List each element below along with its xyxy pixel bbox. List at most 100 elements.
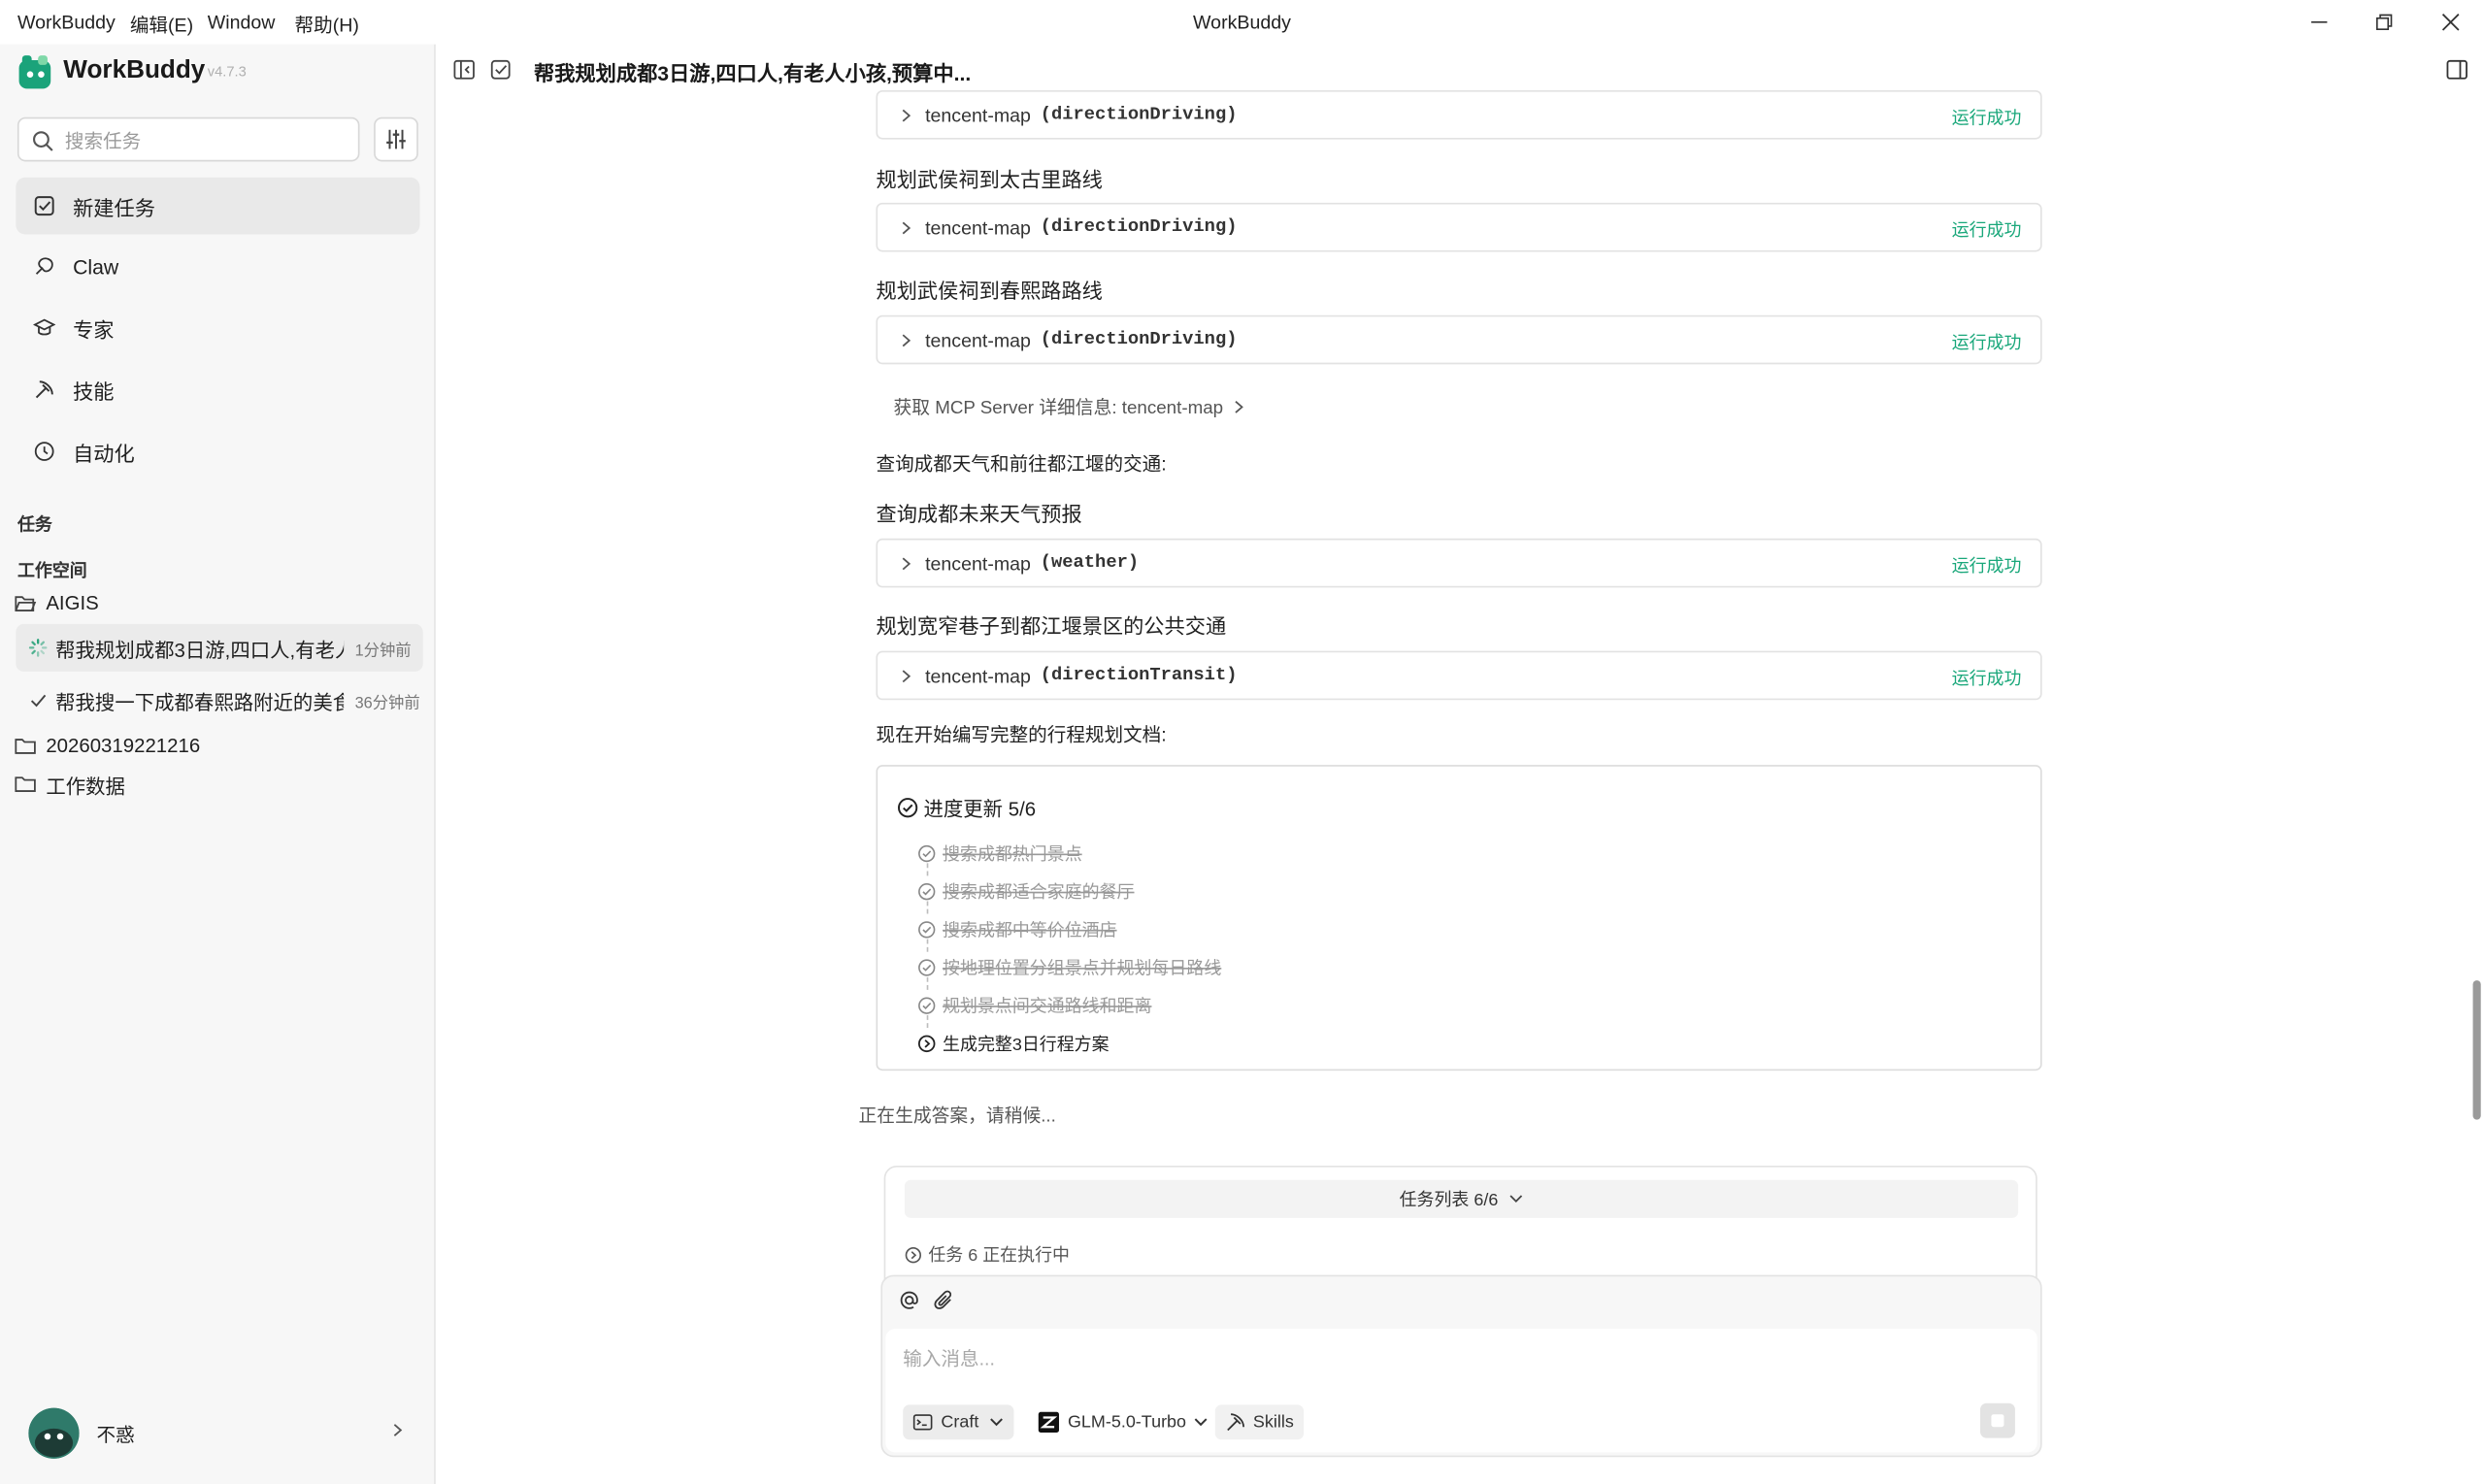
checkbox-icon [490, 59, 511, 80]
folder-label: AIGIS [46, 592, 99, 615]
nav-label: 专家 [73, 317, 115, 342]
close-button[interactable] [2429, 7, 2473, 39]
paperclip-icon [934, 1290, 952, 1309]
progress-item-label: 搜索成都中等价位酒店 [943, 921, 1117, 941]
task-time: 36分钟前 [354, 694, 420, 712]
progress-connector [926, 901, 929, 914]
message-input[interactable] [903, 1342, 1997, 1375]
tool-name: tencent-map [925, 551, 1031, 575]
chevron-right-icon [902, 556, 911, 570]
attach-button[interactable] [933, 1289, 955, 1311]
section-tasks: 任务 [17, 515, 52, 536]
user-profile[interactable]: 不惑 [28, 1406, 421, 1460]
tool-call-card[interactable]: tencent-map (directionDriving) 运行成功 [876, 314, 2042, 365]
folder-item[interactable]: 20260319221216 [15, 730, 200, 762]
chevron-right-icon [902, 669, 911, 682]
progress-item-label: 搜索成都热门景点 [943, 845, 1082, 865]
folder-item[interactable]: 工作数据 [15, 768, 125, 800]
task-item-active[interactable]: 帮我规划成都3日游,四口人,有老人小孩,预算中等 1分钟前 [16, 623, 423, 672]
spinner-icon [28, 639, 48, 657]
nav-label: 技能 [73, 379, 115, 404]
progress-connector [926, 939, 929, 952]
search-input[interactable] [64, 126, 350, 155]
progress-item-done: 搜索成都中等价位酒店 [917, 917, 1117, 942]
mode-select[interactable]: Craft [903, 1404, 1014, 1440]
section-workspace: 工作空间 [17, 562, 87, 581]
new-task-button[interactable] [489, 58, 512, 81]
task-list-toggle[interactable]: 任务列表 6/6 [904, 1179, 2019, 1218]
filter-button[interactable] [374, 116, 418, 162]
tool-call-card[interactable]: tencent-map (directionDriving) 运行成功 [876, 90, 2042, 140]
app-version: v4.7.3 [207, 63, 247, 80]
user-name: 不惑 [96, 1423, 135, 1446]
zhipu-logo-icon [1038, 1411, 1059, 1433]
nav-skills[interactable]: 技能 [16, 361, 419, 418]
search-icon [33, 131, 53, 151]
minimize-button[interactable] [2297, 7, 2341, 39]
progress-item-done: 搜索成都适合家庭的餐厅 [917, 879, 1135, 905]
nav-claw[interactable]: Claw [16, 238, 419, 295]
sliders-icon [386, 129, 406, 149]
folder-aigis[interactable]: AIGIS [15, 587, 99, 619]
tool-status: 运行成功 [1951, 334, 2022, 353]
minimize-icon [2311, 21, 2328, 23]
tool-status: 运行成功 [1951, 557, 2022, 577]
chevron-down-icon [1508, 1195, 1522, 1203]
assistant-message: 现在开始编写完整的行程规划文档: [876, 723, 1167, 746]
nav-new-task[interactable]: 新建任务 [16, 177, 420, 235]
chevron-down-icon [989, 1418, 1003, 1427]
tool-method: (weather) [1040, 552, 1140, 574]
progress-connector [926, 976, 929, 990]
chevron-down-icon [1194, 1418, 1208, 1427]
scrollbar-thumb[interactable] [2472, 980, 2481, 1120]
check-icon [30, 694, 47, 708]
step-description: 规划武侯祠到太古里路线 [876, 167, 1103, 192]
task-item[interactable]: 帮我搜一下成都春熙路附近的美食推荐 36分钟前 [16, 676, 422, 724]
restore-button[interactable] [2362, 7, 2406, 39]
progress-connector [926, 1014, 929, 1029]
folder-open-icon [15, 596, 37, 611]
mention-button[interactable] [898, 1289, 920, 1311]
app-name: WorkBuddy [63, 56, 206, 84]
window-title: WorkBuddy [1193, 11, 1291, 34]
restore-icon [2375, 14, 2393, 31]
stop-button[interactable] [1980, 1402, 2015, 1438]
collapse-sidebar-button[interactable] [453, 58, 476, 81]
tool-name: tencent-map [925, 328, 1031, 351]
nav-automation[interactable]: 自动化 [16, 423, 419, 480]
skills-button[interactable]: Skills [1214, 1404, 1304, 1440]
panel-right-icon [2446, 59, 2467, 80]
message-composer: Craft GLM-5.0-Turbo Skills [880, 1274, 2042, 1458]
task-list-panel: 任务列表 6/6 任务 6 正在执行中 [883, 1166, 2037, 1293]
generating-status: 正在生成答案，请稍候... [858, 1106, 1056, 1127]
nav-experts[interactable]: 专家 [16, 299, 419, 356]
model-select[interactable]: GLM-5.0-Turbo [1028, 1404, 1218, 1439]
progress-item-label: 按地理位置分组景点并规划每日路线 [943, 959, 1222, 979]
task-running-label: 任务 6 正在执行中 [928, 1246, 1070, 1266]
tool-method: (directionDriving) [1040, 329, 1238, 350]
avatar [28, 1407, 80, 1459]
tool-name: tencent-map [925, 215, 1031, 239]
tool-call-card[interactable]: tencent-map (directionDriving) 运行成功 [876, 202, 2042, 252]
tool-call-card[interactable]: tencent-map (weather) 运行成功 [876, 538, 2042, 588]
composer-input-area: Craft GLM-5.0-Turbo Skills [885, 1329, 2037, 1453]
progress-card: 进度更新 5/6 搜索成都热门景点 搜索成都适合家庭的餐厅 搜索成都中等价位酒店… [876, 765, 2042, 1072]
at-sign-icon [900, 1291, 918, 1309]
task-list-label: 任务列表 6/6 [1399, 1191, 1499, 1210]
checkbox-icon [32, 193, 57, 218]
task-running-status: 任务 6 正在执行中 [905, 1241, 1070, 1267]
mcp-server-info-link[interactable]: 获取 MCP Server 详细信息: tencent-map [893, 394, 1245, 419]
tool-call-card[interactable]: tencent-map (directionTransit) 运行成功 [876, 650, 2042, 701]
folder-icon [15, 739, 36, 754]
nav-label: Claw [73, 253, 119, 279]
toggle-panel-button[interactable] [2446, 58, 2468, 81]
tool-method: (directionDriving) [1040, 104, 1238, 125]
progress-title: 进度更新 5/6 [897, 792, 1036, 822]
search-box[interactable] [17, 116, 360, 162]
chevron-right-icon [902, 220, 911, 234]
chevron-right-icon [393, 1424, 403, 1436]
tool-status: 运行成功 [1951, 221, 2022, 242]
check-circle-icon [918, 883, 936, 901]
check-circle-icon [918, 844, 936, 863]
clock-icon [32, 439, 57, 464]
